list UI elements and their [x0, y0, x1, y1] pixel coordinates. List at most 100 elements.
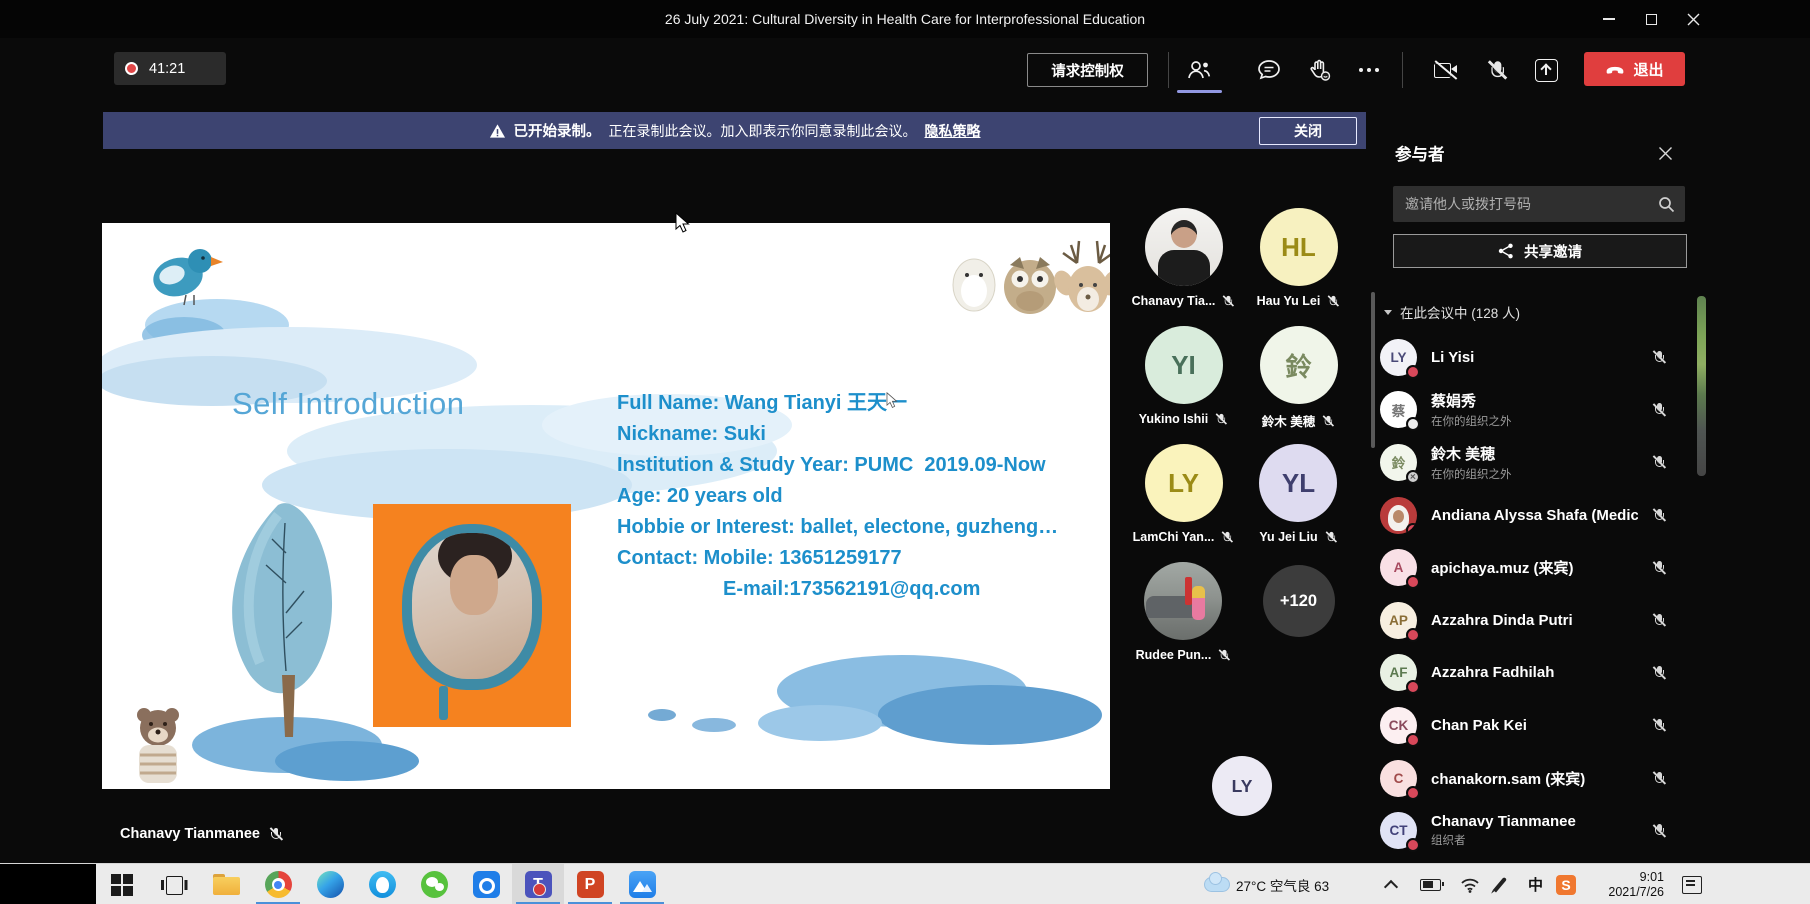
- task-view-icon: [161, 875, 187, 895]
- presence-dot: [1406, 838, 1420, 852]
- participant-name: 鈴木 美穂: [1431, 443, 1638, 464]
- chrome-button[interactable]: [252, 864, 304, 904]
- video-tile[interactable]: YI Yukino Ishii: [1139, 314, 1228, 432]
- bear-illustration: [137, 708, 179, 783]
- windows-start-icon: [111, 874, 133, 896]
- presence-dot: [1406, 628, 1420, 642]
- more-options-button[interactable]: [1347, 50, 1391, 90]
- participant-row[interactable]: Andiana Alyssa Shafa (Medici...: [1380, 489, 1686, 542]
- participant-texts: Azzahra Fadhilah: [1431, 664, 1638, 681]
- weather-widget[interactable]: [1204, 864, 1230, 904]
- clock[interactable]: 9:01 2021/7/26: [1592, 864, 1664, 904]
- share-invite-button[interactable]: 共享邀请: [1393, 234, 1687, 268]
- video-tile[interactable]: HLHau Yu Lei: [1257, 196, 1341, 314]
- wechat-icon: [421, 871, 448, 898]
- toolbar-divider: [1168, 52, 1169, 88]
- camera-toggle-button[interactable]: [1424, 50, 1468, 90]
- privacy-policy-link[interactable]: 隐私策略: [925, 121, 981, 141]
- banner-bold-text: 已开始录制。: [514, 120, 601, 141]
- animal-illustrations: [953, 241, 1110, 314]
- powerpoint-button[interactable]: P: [564, 864, 616, 904]
- avatar-initials: CT: [1380, 812, 1417, 849]
- participants-button[interactable]: [1177, 50, 1221, 90]
- participant-row[interactable]: 蔡蔡娟秀在你的组织之外: [1380, 384, 1686, 437]
- blue-ring-app-button[interactable]: [460, 864, 512, 904]
- participant-row[interactable]: Cchanakorn.sam (来宾): [1380, 752, 1686, 805]
- search-icon[interactable]: [1658, 196, 1675, 213]
- people-icon: [1185, 58, 1213, 82]
- video-tile[interactable]: YLYu Jei Liu: [1259, 432, 1337, 550]
- teams-button[interactable]: T: [512, 864, 564, 904]
- portrait-photo: [412, 533, 532, 679]
- banner-text: 正在录制此会议。加入即表示你同意录制此会议。: [609, 121, 917, 141]
- share-screen-button[interactable]: [1524, 50, 1568, 90]
- presence-dot: [1406, 786, 1420, 800]
- tile-label: LamChi Yan...: [1133, 529, 1235, 545]
- action-center-button[interactable]: [1682, 864, 1702, 904]
- panel-scrollbar[interactable]: [1697, 296, 1706, 476]
- letterbox-strip: [0, 864, 96, 904]
- tile-label: Yukino Ishii: [1139, 411, 1228, 427]
- participant-texts: Chan Pak Kei: [1431, 717, 1638, 734]
- restore-button[interactable]: [1630, 0, 1672, 38]
- warning-icon: [489, 123, 506, 139]
- qq-button[interactable]: [356, 864, 408, 904]
- more-icon: [1359, 68, 1379, 72]
- video-tile[interactable]: Rudee Pun...: [1136, 550, 1232, 668]
- participant-row[interactable]: AFAzzahra Fadhilah: [1380, 647, 1686, 700]
- chat-button[interactable]: [1247, 50, 1291, 90]
- presence-dot: [1406, 523, 1417, 534]
- avatar-initials: YI: [1145, 326, 1223, 404]
- leave-meeting-button[interactable]: 退出: [1584, 52, 1685, 86]
- request-control-button[interactable]: 请求控制权: [1027, 53, 1148, 87]
- tray-expand-button[interactable]: [1386, 864, 1396, 904]
- pen-indicator[interactable]: [1498, 864, 1502, 904]
- self-view-tile[interactable]: LY: [1212, 756, 1272, 816]
- task-view-button[interactable]: [148, 864, 200, 904]
- camera-off-icon: [1433, 59, 1459, 81]
- close-button[interactable]: [1672, 0, 1714, 38]
- participant-name: Chan Pak Kei: [1431, 717, 1638, 734]
- participant-row[interactable]: APAzzahra Dinda Putri: [1380, 594, 1686, 647]
- video-tile[interactable]: +120: [1263, 550, 1335, 668]
- tiles-scrollbar[interactable]: [1371, 292, 1375, 448]
- participant-row[interactable]: CTChanavy Tianmanee组织者: [1380, 804, 1686, 857]
- wifi-indicator[interactable]: [1460, 864, 1480, 904]
- avatar-initials: CK: [1380, 707, 1417, 744]
- start-button[interactable]: [96, 864, 148, 904]
- panel-close-button[interactable]: [1650, 140, 1680, 166]
- weather-text[interactable]: 27°C 空气良 63: [1236, 864, 1329, 904]
- mic-muted-icon: [1325, 530, 1337, 544]
- participant-row[interactable]: CK Chan Pak Kei: [1380, 699, 1686, 752]
- raise-hand-button[interactable]: [1297, 50, 1341, 90]
- ime-indicator[interactable]: 中: [1528, 864, 1543, 904]
- edge-button[interactable]: [304, 864, 356, 904]
- video-tile[interactable]: 鈴鈴木 美穂: [1260, 314, 1338, 432]
- participant-row[interactable]: 鈴鈴木 美穂在你的组织之外: [1380, 436, 1686, 489]
- banner-close-button[interactable]: 关闭: [1259, 117, 1357, 145]
- sogou-indicator[interactable]: S: [1556, 864, 1576, 904]
- participant-row[interactable]: Aapichaya.muz (来宾): [1380, 541, 1686, 594]
- minimize-button[interactable]: [1588, 0, 1630, 38]
- participant-texts: apichaya.muz (来宾): [1431, 557, 1638, 578]
- mic-muted-icon: [1652, 823, 1666, 839]
- video-tile[interactable]: LYLamChi Yan...: [1133, 432, 1235, 550]
- participant-texts: 鈴木 美穂在你的组织之外: [1431, 443, 1638, 482]
- in-meeting-section-header[interactable]: 在此会议中 (128 人): [1384, 302, 1520, 322]
- mountain-app-button[interactable]: [616, 864, 668, 904]
- battery-indicator[interactable]: [1420, 864, 1441, 904]
- wechat-button[interactable]: [408, 864, 460, 904]
- participant-texts: Andiana Alyssa Shafa (Medici...: [1431, 507, 1638, 524]
- participant-row[interactable]: LYLi Yisi: [1380, 331, 1686, 384]
- mic-off-icon: [1487, 58, 1507, 81]
- participant-video-photo: [1144, 562, 1222, 640]
- file-explorer-button[interactable]: [200, 864, 252, 904]
- mic-toggle-button[interactable]: [1475, 50, 1519, 90]
- leave-label: 退出: [1633, 59, 1663, 80]
- share-screen-icon: [1535, 59, 1558, 82]
- invite-search-input[interactable]: [1393, 196, 1658, 212]
- video-tile[interactable]: Chanavy Tia...: [1132, 196, 1236, 314]
- bird-illustration: [149, 249, 223, 305]
- notification-badge: [533, 883, 546, 896]
- slide-title: Self Introduction: [232, 386, 465, 422]
